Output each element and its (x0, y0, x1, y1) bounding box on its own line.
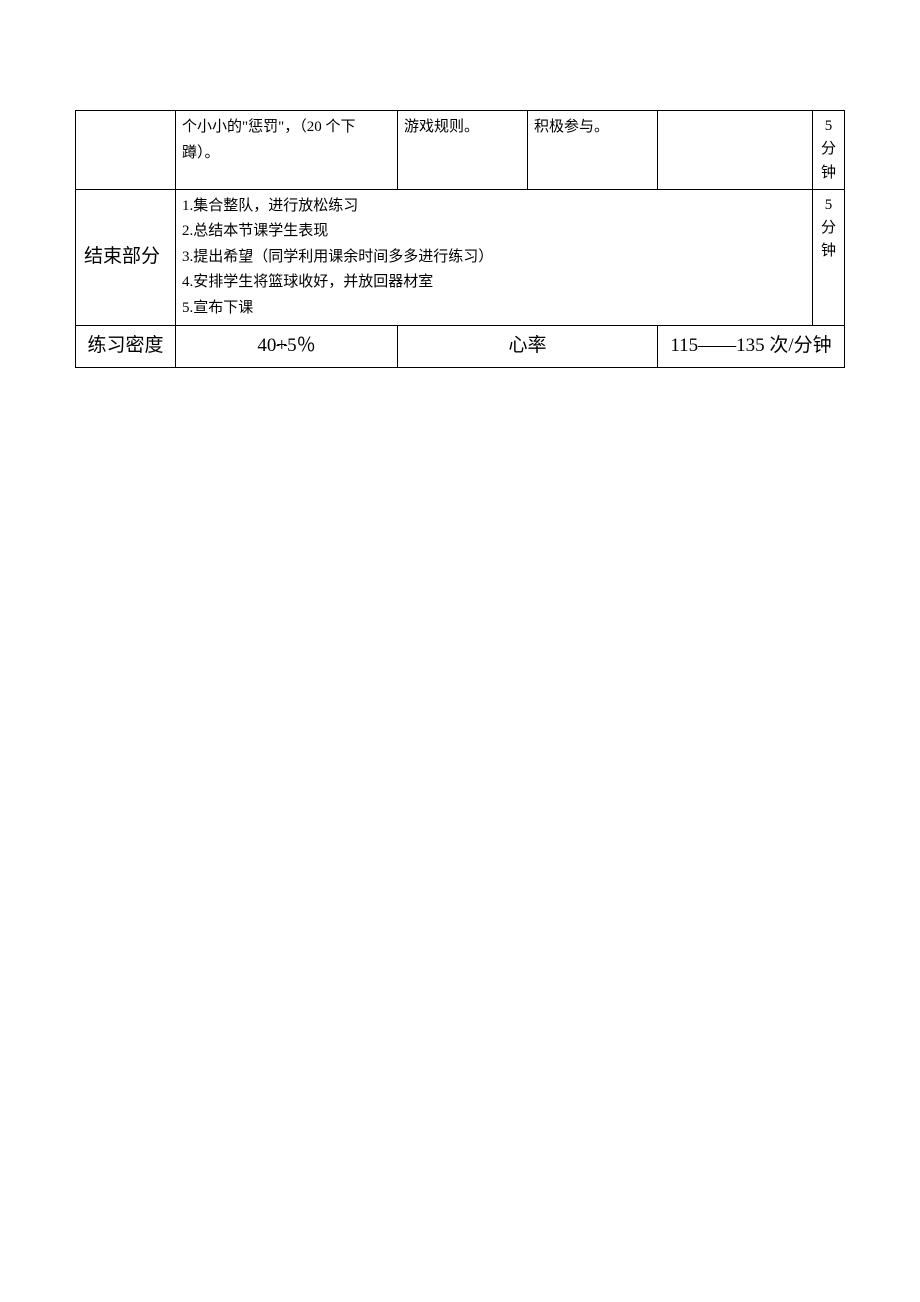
list-item: 2.总结本节课学生表现 (182, 219, 806, 245)
list-item: 3.提出希望（同学利用课余时间多多进行练习） (182, 245, 806, 271)
list-item: 4.安排学生将篮球收好，并放回器材室 (182, 270, 806, 296)
table-row: 个小小的"惩罚"，（20 个下蹲）。 游戏规则。 积极参与。 5分钟 (76, 111, 845, 190)
heartrate-value: 115——135 次/分钟 (658, 326, 845, 367)
list-item: 5.宣布下课 (182, 296, 806, 322)
empty-cell (76, 111, 176, 190)
content-cell: 积极参与。 (528, 111, 658, 190)
heartrate-label: 心率 (398, 326, 658, 367)
section-label: 结束部分 (76, 189, 176, 326)
content-cell: 个小小的"惩罚"，（20 个下蹲）。 (176, 111, 398, 190)
duration-cell: 5分钟 (813, 111, 845, 190)
content-cell: 游戏规则。 (398, 111, 528, 190)
table-row: 练习密度 40+5％ 心率 115——135 次/分钟 (76, 326, 845, 367)
table-row: 结束部分 1.集合整队，进行放松练习 2.总结本节课学生表现 3.提出希望（同学… (76, 189, 845, 326)
duration-cell: 5分钟 (813, 189, 845, 326)
density-value: 40+5％ (176, 326, 398, 367)
list-item: 1.集合整队，进行放松练习 (182, 194, 806, 220)
conclusion-content: 1.集合整队，进行放松练习 2.总结本节课学生表现 3.提出希望（同学利用课余时… (176, 189, 813, 326)
density-label: 练习密度 (76, 326, 176, 367)
lesson-plan-table: 个小小的"惩罚"，（20 个下蹲）。 游戏规则。 积极参与。 5分钟 结束部分 … (75, 110, 845, 368)
empty-cell (658, 111, 813, 190)
